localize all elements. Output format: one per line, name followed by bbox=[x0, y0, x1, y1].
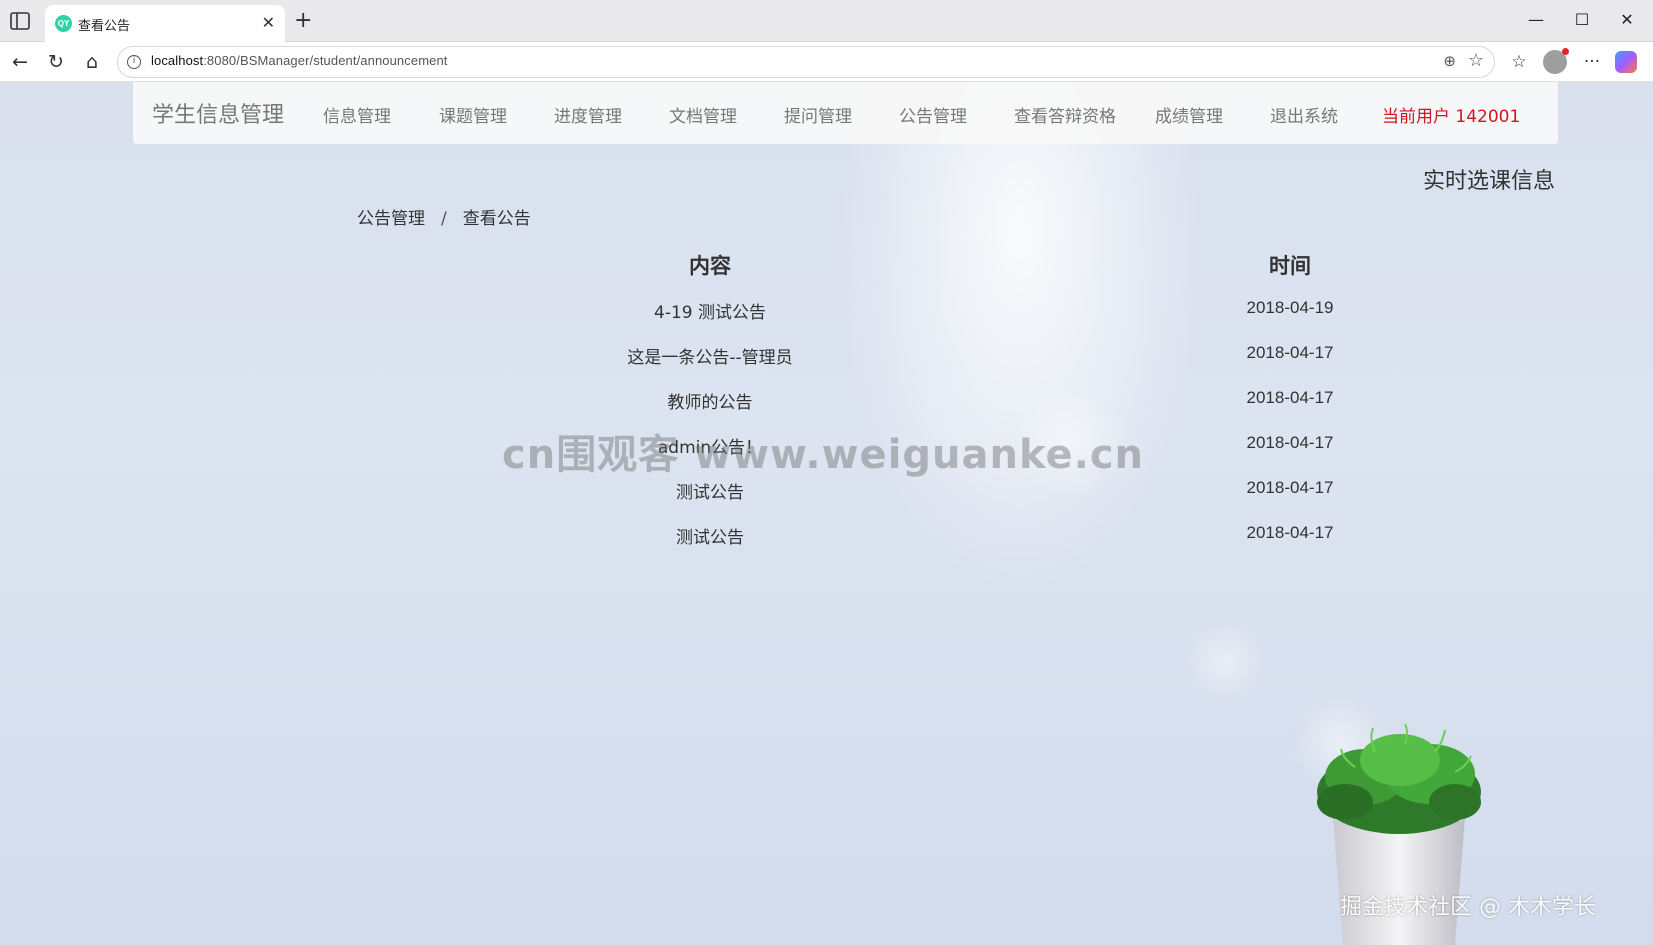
cell-time: 2018-04-19 bbox=[1246, 298, 1334, 317]
nav-item-progress[interactable]: 进度管理 bbox=[554, 102, 622, 127]
window-close-icon[interactable]: ✕ bbox=[1612, 8, 1642, 32]
profile-avatar-icon[interactable] bbox=[1543, 48, 1569, 74]
column-header-time: 时间 bbox=[1269, 254, 1311, 278]
cell-content: 4-19 测试公告 bbox=[654, 303, 766, 323]
breadcrumb-separator: / bbox=[441, 209, 447, 229]
watermark-bottom: 掘金技术社区 @ 木木学长 bbox=[1340, 895, 1596, 920]
cell-content: 教师的公告 bbox=[667, 393, 753, 413]
cell-time: 2018-04-17 bbox=[1246, 388, 1334, 407]
column-header-content: 内容 bbox=[689, 254, 731, 278]
new-tab-icon[interactable]: + bbox=[294, 9, 312, 33]
favorites-icon[interactable]: ☆ bbox=[1506, 50, 1532, 74]
url-path: :8080/BSManager/student/announcement bbox=[203, 53, 448, 68]
tab-title: 查看公告 bbox=[78, 19, 131, 34]
nav-item-documents[interactable]: 文档管理 bbox=[669, 102, 737, 127]
cell-time: 2018-04-17 bbox=[1246, 343, 1334, 362]
watermark-center: cn围观客 www.weiguanke.cn bbox=[502, 432, 1145, 478]
home-icon[interactable]: ⌂ bbox=[78, 48, 106, 76]
table-row: 4-19 测试公告 2018-04-19 bbox=[470, 298, 1470, 342]
bookmark-star-icon[interactable]: ☆ bbox=[1468, 50, 1484, 71]
nav-item-topics[interactable]: 课题管理 bbox=[439, 102, 507, 127]
cell-time: 2018-04-17 bbox=[1246, 433, 1334, 452]
more-menu-icon[interactable]: ··· bbox=[1579, 50, 1605, 74]
nav-item-questions[interactable]: 提问管理 bbox=[784, 102, 852, 127]
top-navbar: 学生信息管理 信息管理 课题管理 进度管理 文档管理 提问管理 公告管理 查看答… bbox=[133, 82, 1558, 144]
current-user-label: 当前用户 142001 bbox=[1382, 107, 1521, 127]
page-viewport: 学生信息管理 信息管理 课题管理 进度管理 文档管理 提问管理 公告管理 查看答… bbox=[0, 82, 1653, 945]
breadcrumb-parent[interactable]: 公告管理 bbox=[357, 209, 425, 229]
realtime-course-info-link[interactable]: 实时选课信息 bbox=[1423, 163, 1555, 195]
copilot-icon[interactable] bbox=[1615, 51, 1637, 73]
back-arrow-icon[interactable]: ← bbox=[6, 48, 34, 76]
tab-close-icon[interactable]: ✕ bbox=[262, 13, 275, 33]
nav-item-logout[interactable]: 退出系统 bbox=[1270, 102, 1338, 127]
cell-content: 测试公告 bbox=[676, 528, 744, 548]
site-info-icon[interactable]: i bbox=[127, 55, 141, 69]
profile-notification-dot bbox=[1562, 48, 1569, 55]
cell-time: 2018-04-17 bbox=[1246, 478, 1334, 497]
browser-address-bar: ← ↻ ⌂ i localhost:8080/BSManager/student… bbox=[0, 42, 1653, 82]
tab-actions-icon[interactable] bbox=[10, 12, 30, 30]
nav-item-announcements[interactable]: 公告管理 bbox=[899, 102, 967, 127]
browser-tab-bar: QY 查看公告 ✕ + — ☐ ✕ bbox=[0, 0, 1653, 42]
window-minimize-icon[interactable]: — bbox=[1521, 8, 1551, 32]
zoom-icon[interactable]: ⊕ bbox=[1443, 52, 1456, 70]
browser-tab-active[interactable]: QY 查看公告 ✕ bbox=[45, 5, 285, 42]
breadcrumb: 公告管理 / 查看公告 bbox=[357, 204, 531, 229]
url-input[interactable]: i localhost:8080/BSManager/student/annou… bbox=[117, 46, 1495, 78]
cell-content: 测试公告 bbox=[676, 483, 744, 503]
navbar-brand[interactable]: 学生信息管理 bbox=[152, 97, 284, 129]
window-maximize-icon[interactable]: ☐ bbox=[1567, 8, 1597, 32]
reload-icon[interactable]: ↻ bbox=[42, 48, 70, 76]
cell-time: 2018-04-17 bbox=[1246, 523, 1334, 542]
tab-favicon-icon: QY bbox=[55, 15, 72, 32]
nav-item-info[interactable]: 信息管理 bbox=[323, 102, 391, 127]
cell-content: 这是一条公告--管理员 bbox=[627, 348, 793, 368]
nav-item-defense-eligibility[interactable]: 查看答辩资格 bbox=[1014, 102, 1116, 127]
url-host: localhost bbox=[151, 53, 204, 68]
table-row: 测试公告 2018-04-17 bbox=[470, 523, 1470, 567]
url-text: localhost:8080/BSManager/student/announc… bbox=[151, 53, 448, 68]
breadcrumb-current: 查看公告 bbox=[462, 209, 531, 229]
table-row: 这是一条公告--管理员 2018-04-17 bbox=[470, 343, 1470, 387]
table-row: 测试公告 2018-04-17 bbox=[470, 478, 1470, 522]
nav-item-grades[interactable]: 成绩管理 bbox=[1155, 102, 1223, 127]
